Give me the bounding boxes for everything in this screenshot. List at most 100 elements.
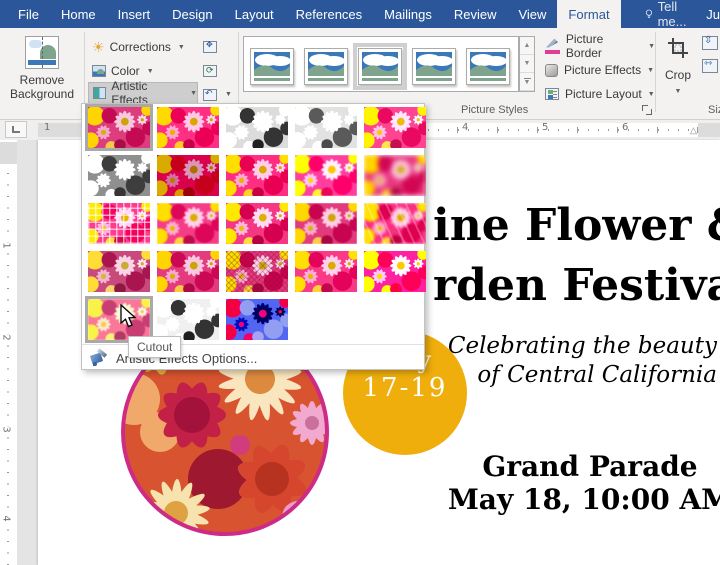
effect-tile-line-drawing[interactable] [364,107,426,148]
right-indent-marker[interactable]: △ [690,125,697,136]
effect-tile-glow-diffused[interactable] [295,155,357,196]
effect-tile-plastic-wrap[interactable] [364,251,426,292]
picture-border-label: Picture Border [566,32,642,60]
tab-selector-button[interactable] [5,121,27,138]
effect-tile-blur[interactable] [364,155,426,196]
document-title[interactable]: ine Flower & rden Festival [433,196,720,316]
picture-layout-icon [545,88,559,100]
effect-tile-cement[interactable] [88,251,150,292]
gallery-scroll-up-button[interactable]: ▲ [520,37,534,55]
ribbon-tab-view[interactable]: View [507,0,557,28]
ribbon-tab-layout[interactable]: Layout [224,0,285,28]
effect-tile-mosaic-bubbles[interactable] [295,203,357,244]
picture-style-frame-style-1[interactable] [250,48,294,85]
subtitle-line-1[interactable]: Celebrating the beauty [448,332,717,361]
artistic-effects-options-icon [91,350,107,366]
document-subtitle[interactable]: Celebrating the beauty of Central Califo… [448,332,717,390]
cutout-tooltip: Cutout [128,336,181,358]
v-ruler-number-3: 3 [1,426,12,432]
ribbon-tab-file[interactable]: File [7,0,50,28]
picture-border-button[interactable]: Picture Border ▼ [545,36,655,56]
event-line-2[interactable]: May 18, 10:00 AM [445,483,720,516]
effect-tile-paint-brush[interactable] [226,155,288,196]
effect-tile-glow-edges[interactable] [226,299,288,340]
effect-tile-film-grain[interactable] [226,203,288,244]
corrections-button[interactable]: ☀ Corrections ▼ [88,36,200,58]
size-group-label: Size [708,104,720,116]
effect-tile-glass[interactable] [364,203,426,244]
crop-button[interactable]: Crop ▼ [656,34,700,110]
corrections-sun-icon: ☀ [92,40,105,54]
effect-tile-none[interactable] [88,107,150,148]
event-line-1[interactable]: Grand Parade [445,450,720,483]
account-user-label[interactable]: Ju [702,0,720,28]
effect-tile-texturizer[interactable] [157,251,219,292]
vertical-ruler: 1234 [0,140,17,565]
title-line-1[interactable]: ine Flower & [433,196,720,256]
crop-icon [667,37,689,59]
gallery-more-button[interactable]: ▼ [520,73,534,91]
picture-style-frame-style-3-selected[interactable] [358,48,402,85]
ribbon-tab-format[interactable]: Format [557,0,620,28]
ribbon-tab-references[interactable]: References [285,0,373,28]
badge-dates: 17-19 [343,373,467,403]
picture-layout-button[interactable]: Picture Layout ▼ [545,84,655,104]
effect-tile-pencil-sketch[interactable] [295,107,357,148]
picture-styles-group-label: Picture Styles [461,104,528,116]
effect-tile-watercolor-sponge[interactable] [157,203,219,244]
crop-label: Crop [656,68,700,82]
ribbon-tab-review[interactable]: Review [443,0,508,28]
gallery-scroll-down-button[interactable]: ▼ [520,55,534,73]
ribbon-tab-insert[interactable]: Insert [107,0,162,28]
effect-tile-photocopy[interactable] [157,299,219,340]
picture-style-frame-style-4[interactable] [412,48,456,85]
group-separator [84,32,85,112]
effect-tile-paint-strokes[interactable] [157,155,219,196]
picture-effects-icon [545,64,558,77]
h-ruler-number-1: 1 [44,122,50,133]
chevron-down-icon: ▼ [648,43,655,50]
chevron-down-icon: ▼ [178,44,185,51]
word-window: FileHomeInsertDesignLayoutReferencesMail… [0,0,720,565]
effect-tile-pencil-grayscale[interactable] [226,107,288,148]
change-picture-icon: ⟳ [203,65,217,77]
picture-style-frame-style-5[interactable] [466,48,510,85]
chevron-down-icon: ▼ [147,68,154,75]
reset-picture-icon: ↶ [203,89,217,101]
picture-style-frame-style-2[interactable] [304,48,348,85]
picture-effects-label: Picture Effects [564,63,641,77]
tell-me-box[interactable]: Tell me... [635,0,703,28]
picture-layout-label: Picture Layout [565,87,642,101]
remove-background-button[interactable]: Remove Background [2,29,82,117]
tell-me-label: Tell me... [658,0,693,29]
ribbon-tab-design[interactable]: Design [161,0,223,28]
change-picture-button[interactable]: ⟳ [198,60,222,82]
ribbon-tab-mailings[interactable]: Mailings [373,0,443,28]
picture-effects-button[interactable]: Picture Effects ▼ [545,60,655,80]
document-event-text[interactable]: Grand Parade May 18, 10:00 AM [445,450,720,516]
size-controls[interactable] [702,36,720,82]
ribbon-tab-bar: FileHomeInsertDesignLayoutReferencesMail… [0,0,720,28]
effect-tile-crisscross-etching[interactable] [226,251,288,292]
h-ruler-number-6: 6 [622,122,628,133]
shape-width-icon [702,59,718,73]
group-separator [238,32,239,112]
ribbon-tab-home[interactable]: Home [50,0,107,28]
subtitle-line-2[interactable]: of Central California [448,361,717,390]
h-ruler-number-5: 5 [542,122,548,133]
chevron-down-icon: ▼ [190,90,197,97]
chevron-down-icon: ▼ [648,91,655,98]
effect-tile-pastels-smooth[interactable] [295,251,357,292]
effect-tile-chalk-sketch[interactable] [88,155,150,196]
corrections-label: Corrections [110,40,171,54]
picture-styles-dialog-launcher[interactable] [641,104,653,116]
compress-pictures-button[interactable]: ✥ [198,36,222,58]
effect-tile-light-screen[interactable] [88,203,150,244]
effect-tile-marker[interactable] [157,107,219,148]
v-ruler-number-2: 2 [1,334,12,340]
remove-background-icon [25,36,59,69]
artistic-effects-button[interactable]: Artistic Effects ▼ [88,82,198,104]
title-line-2[interactable]: rden Festival [433,256,720,316]
picture-styles-gallery [243,36,519,92]
shape-height-icon [702,36,718,50]
